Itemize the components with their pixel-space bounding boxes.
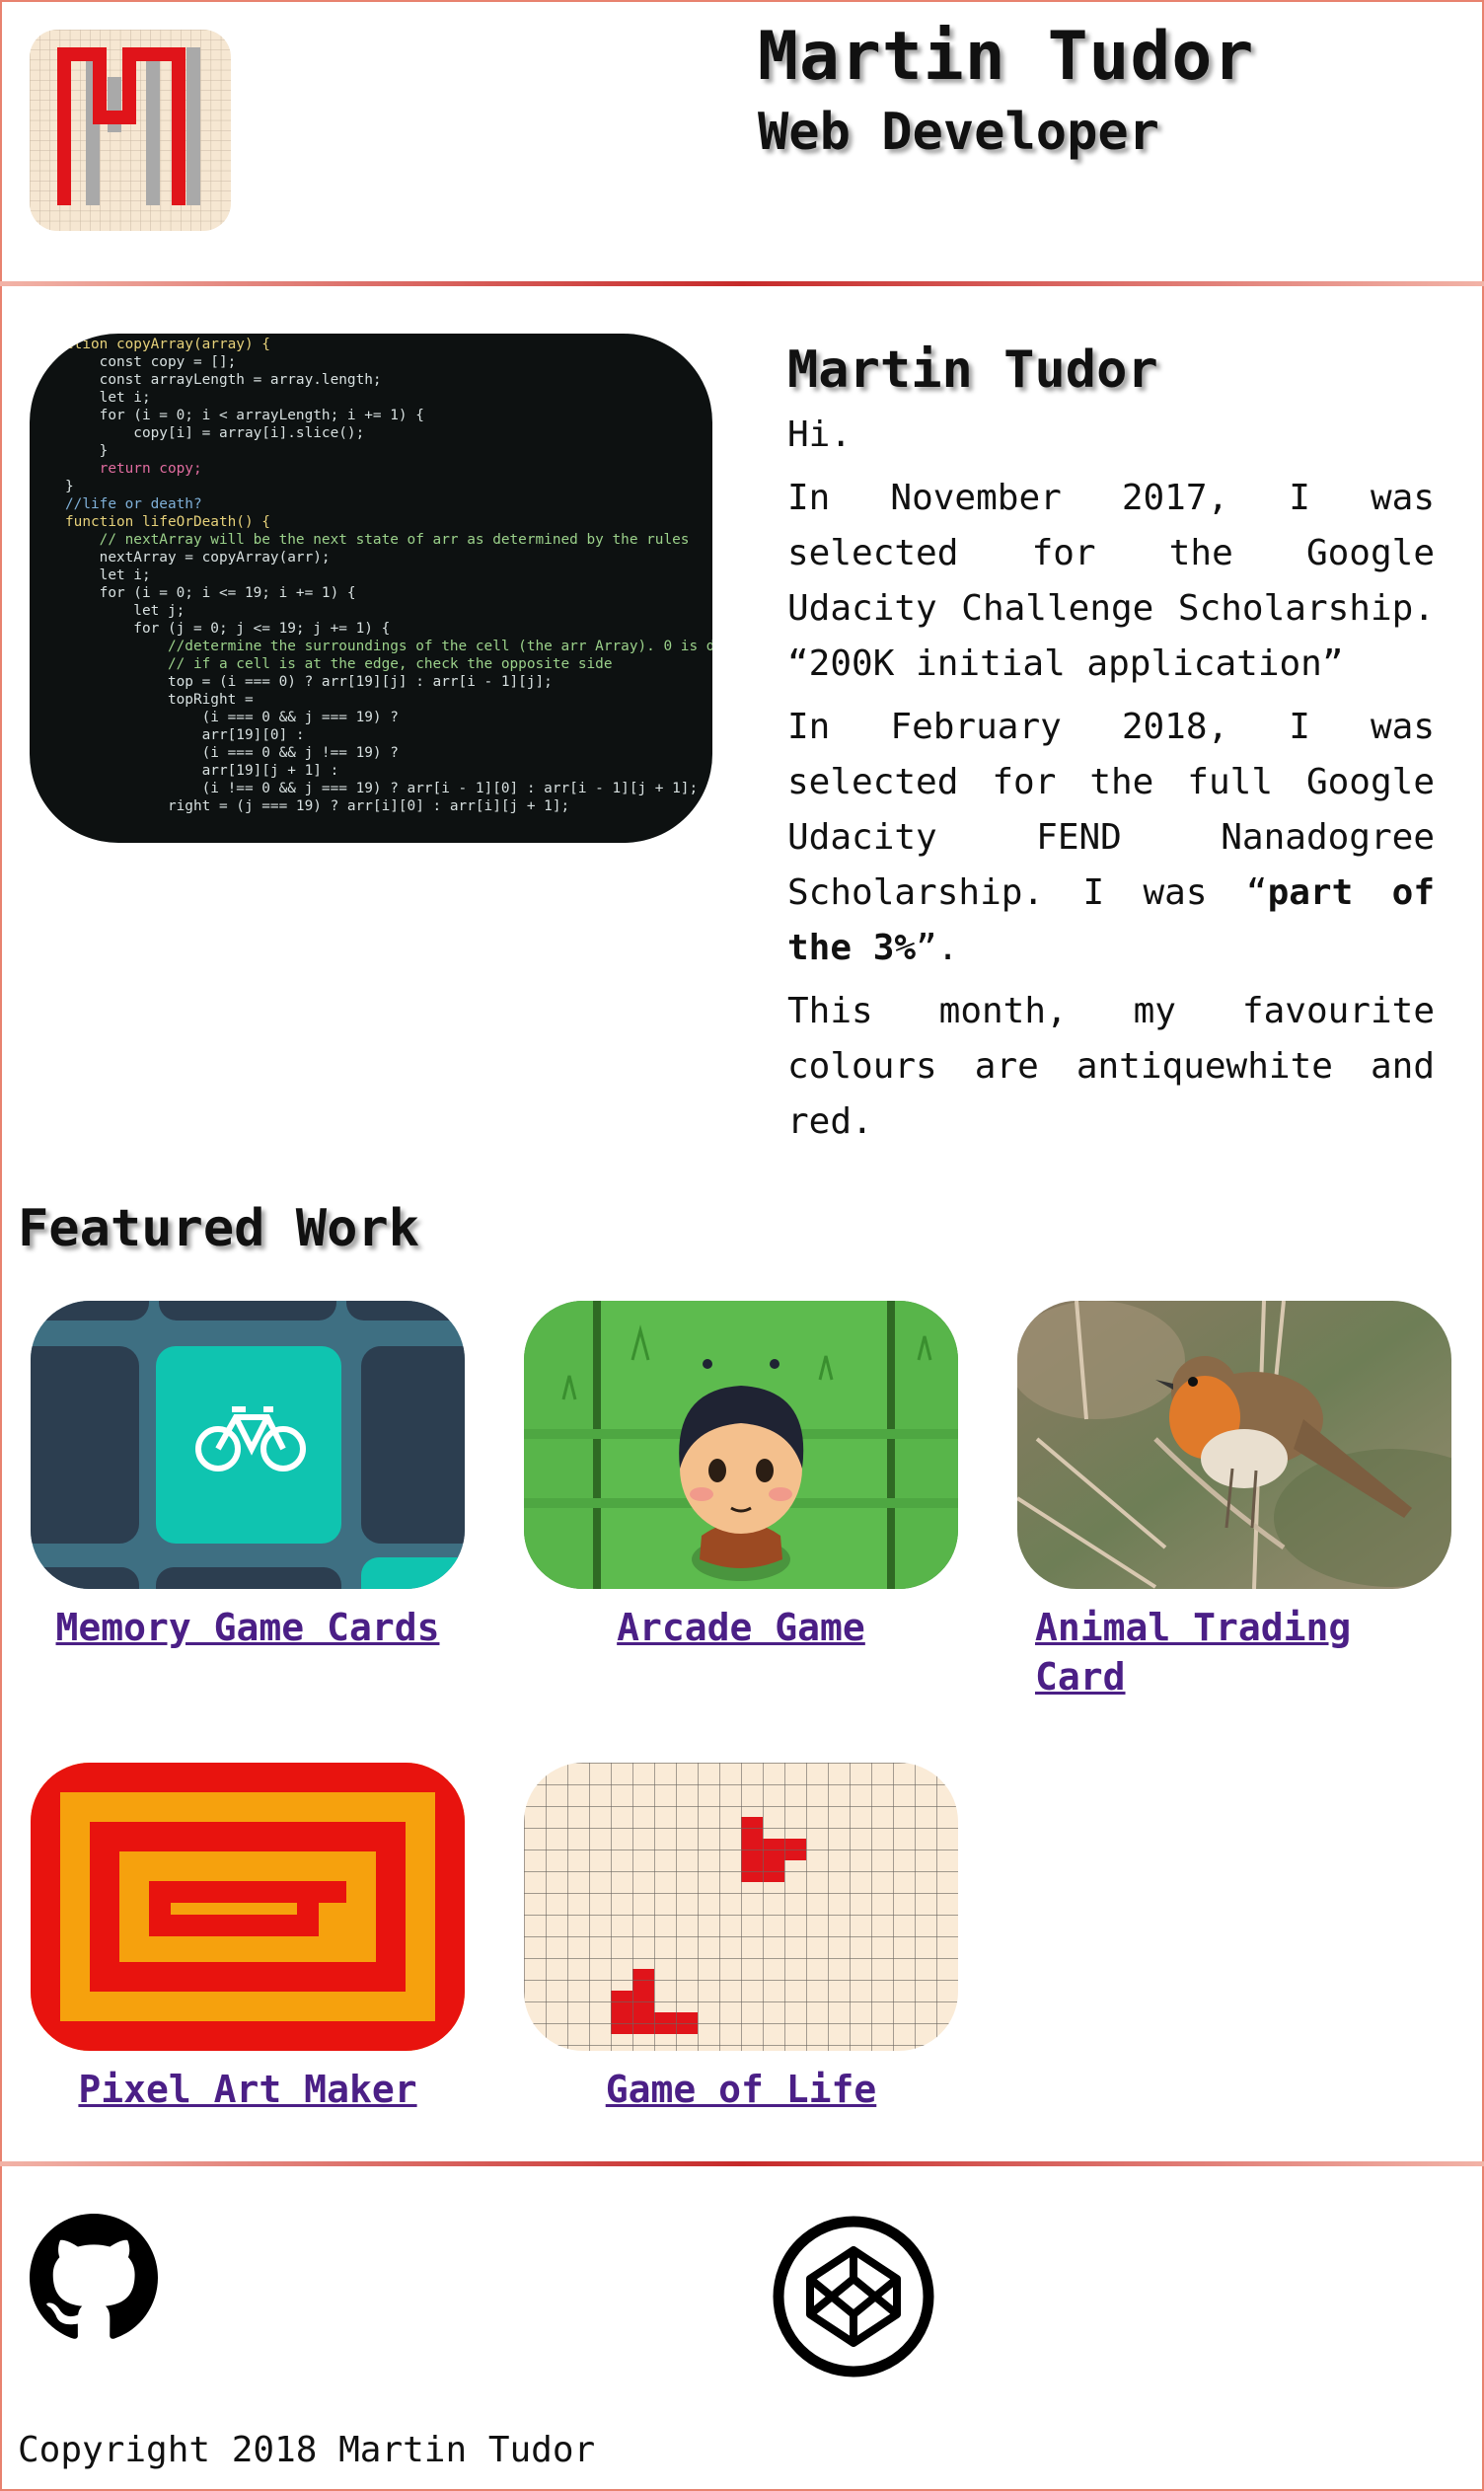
animal-trading-thumbnail[interactable] [1017,1301,1451,1589]
code-line: const copy = []; [65,354,237,370]
about-greeting: Hi. [787,415,853,455]
divider [0,281,1484,286]
code-line: for (i = 0; i <= 19; i += 1) { [65,585,356,601]
pixel-art-maker-thumbnail[interactable] [31,1763,465,2051]
code-line: return copy; [65,461,202,477]
code-line: let i; [65,390,151,406]
code-line: let j; [65,603,186,619]
code-line: copy[i] = array[i].slice(); [65,425,365,441]
codepen-icon[interactable] [772,2215,935,2378]
header-title: Web Developer [758,103,1159,162]
code-line: arr[19][j + 1] : [65,763,339,779]
arcade-game-thumbnail[interactable] [524,1301,958,1589]
about-paragraph: This month, my favourite colours are ant… [787,991,1435,1142]
code-line: (i !== 0 && j === 19) ? arr[i - 1][0] : … [65,781,699,796]
divider [0,2161,1484,2166]
card-animal-trading: Animal Trading Card [1017,1301,1451,1701]
card-game-of-life: Game of Life [524,1763,958,2114]
about-text: ”. [916,928,959,968]
about-name: Martin Tudor [787,340,1158,400]
logo[interactable] [30,30,231,231]
card-link-animal-trading[interactable]: Animal Trading Card [1017,1603,1451,1701]
card-link-arcade-game[interactable]: Arcade Game [524,1603,958,1652]
card-memory-game: Memory Game Cards [31,1301,465,1652]
code-line: } [65,443,109,459]
code-line: let i; [65,567,151,583]
code-line: function lifeOrDeath() { [65,514,270,530]
memory-game-thumbnail[interactable] [31,1301,465,1589]
code-line: right = (j === 19) ? arr[i][0] : arr[i][… [65,798,570,814]
card-link-memory-game[interactable]: Memory Game Cards [31,1603,465,1652]
about-paragraph: In February 2018, I was selected for the… [787,700,1435,976]
code-line: (i === 0 && j === 19) ? [65,710,399,725]
card-link-pixel-art-maker[interactable]: Pixel Art Maker [31,2065,465,2114]
code-line: // if a cell is at the edge, check the o… [65,656,613,672]
about-paragraph: In November 2017, I was selected for the… [787,478,1435,684]
code-line: for (i = 0; i < arrayLength; i += 1) { [65,408,424,423]
code-line: ction copyArray(array) { [65,337,270,352]
card-pixel-art-maker: Pixel Art Maker [31,1763,465,2114]
code-line: topRight = [65,692,254,708]
featured-title: Featured Work [18,1199,419,1258]
code-screenshot: ction copyArray(array) { const copy = []… [30,334,712,843]
header-name: Martin Tudor [758,18,1255,96]
code-line: arr[19][0] : [65,727,305,743]
code-line: } [65,479,74,494]
code-line: //determine the surroundings of the cell… [65,639,712,654]
game-of-life-thumbnail[interactable] [524,1763,958,2051]
code-line: top = (i === 0) ? arr[19][j] : arr[i - 1… [65,674,553,690]
copyright: Copyright 2018 Martin Tudor [18,2430,596,2470]
code-line: for (j = 0; j <= 19; j += 1) { [65,621,391,637]
code-line: nextArray = copyArray(arr); [65,550,331,566]
card-arcade-game: Arcade Game [524,1301,958,1652]
about-section: Martin Tudor Hi. In November 2017, I was… [787,340,1435,1158]
code-line: (i === 0 && j !== 19) ? [65,745,399,761]
code-line: //life or death? [65,496,202,512]
card-link-game-of-life[interactable]: Game of Life [524,2065,958,2114]
github-icon[interactable] [30,2214,158,2342]
code-line: // nextArray will be the next state of a… [65,532,690,548]
code-line: const arrayLength = array.length; [65,372,382,388]
